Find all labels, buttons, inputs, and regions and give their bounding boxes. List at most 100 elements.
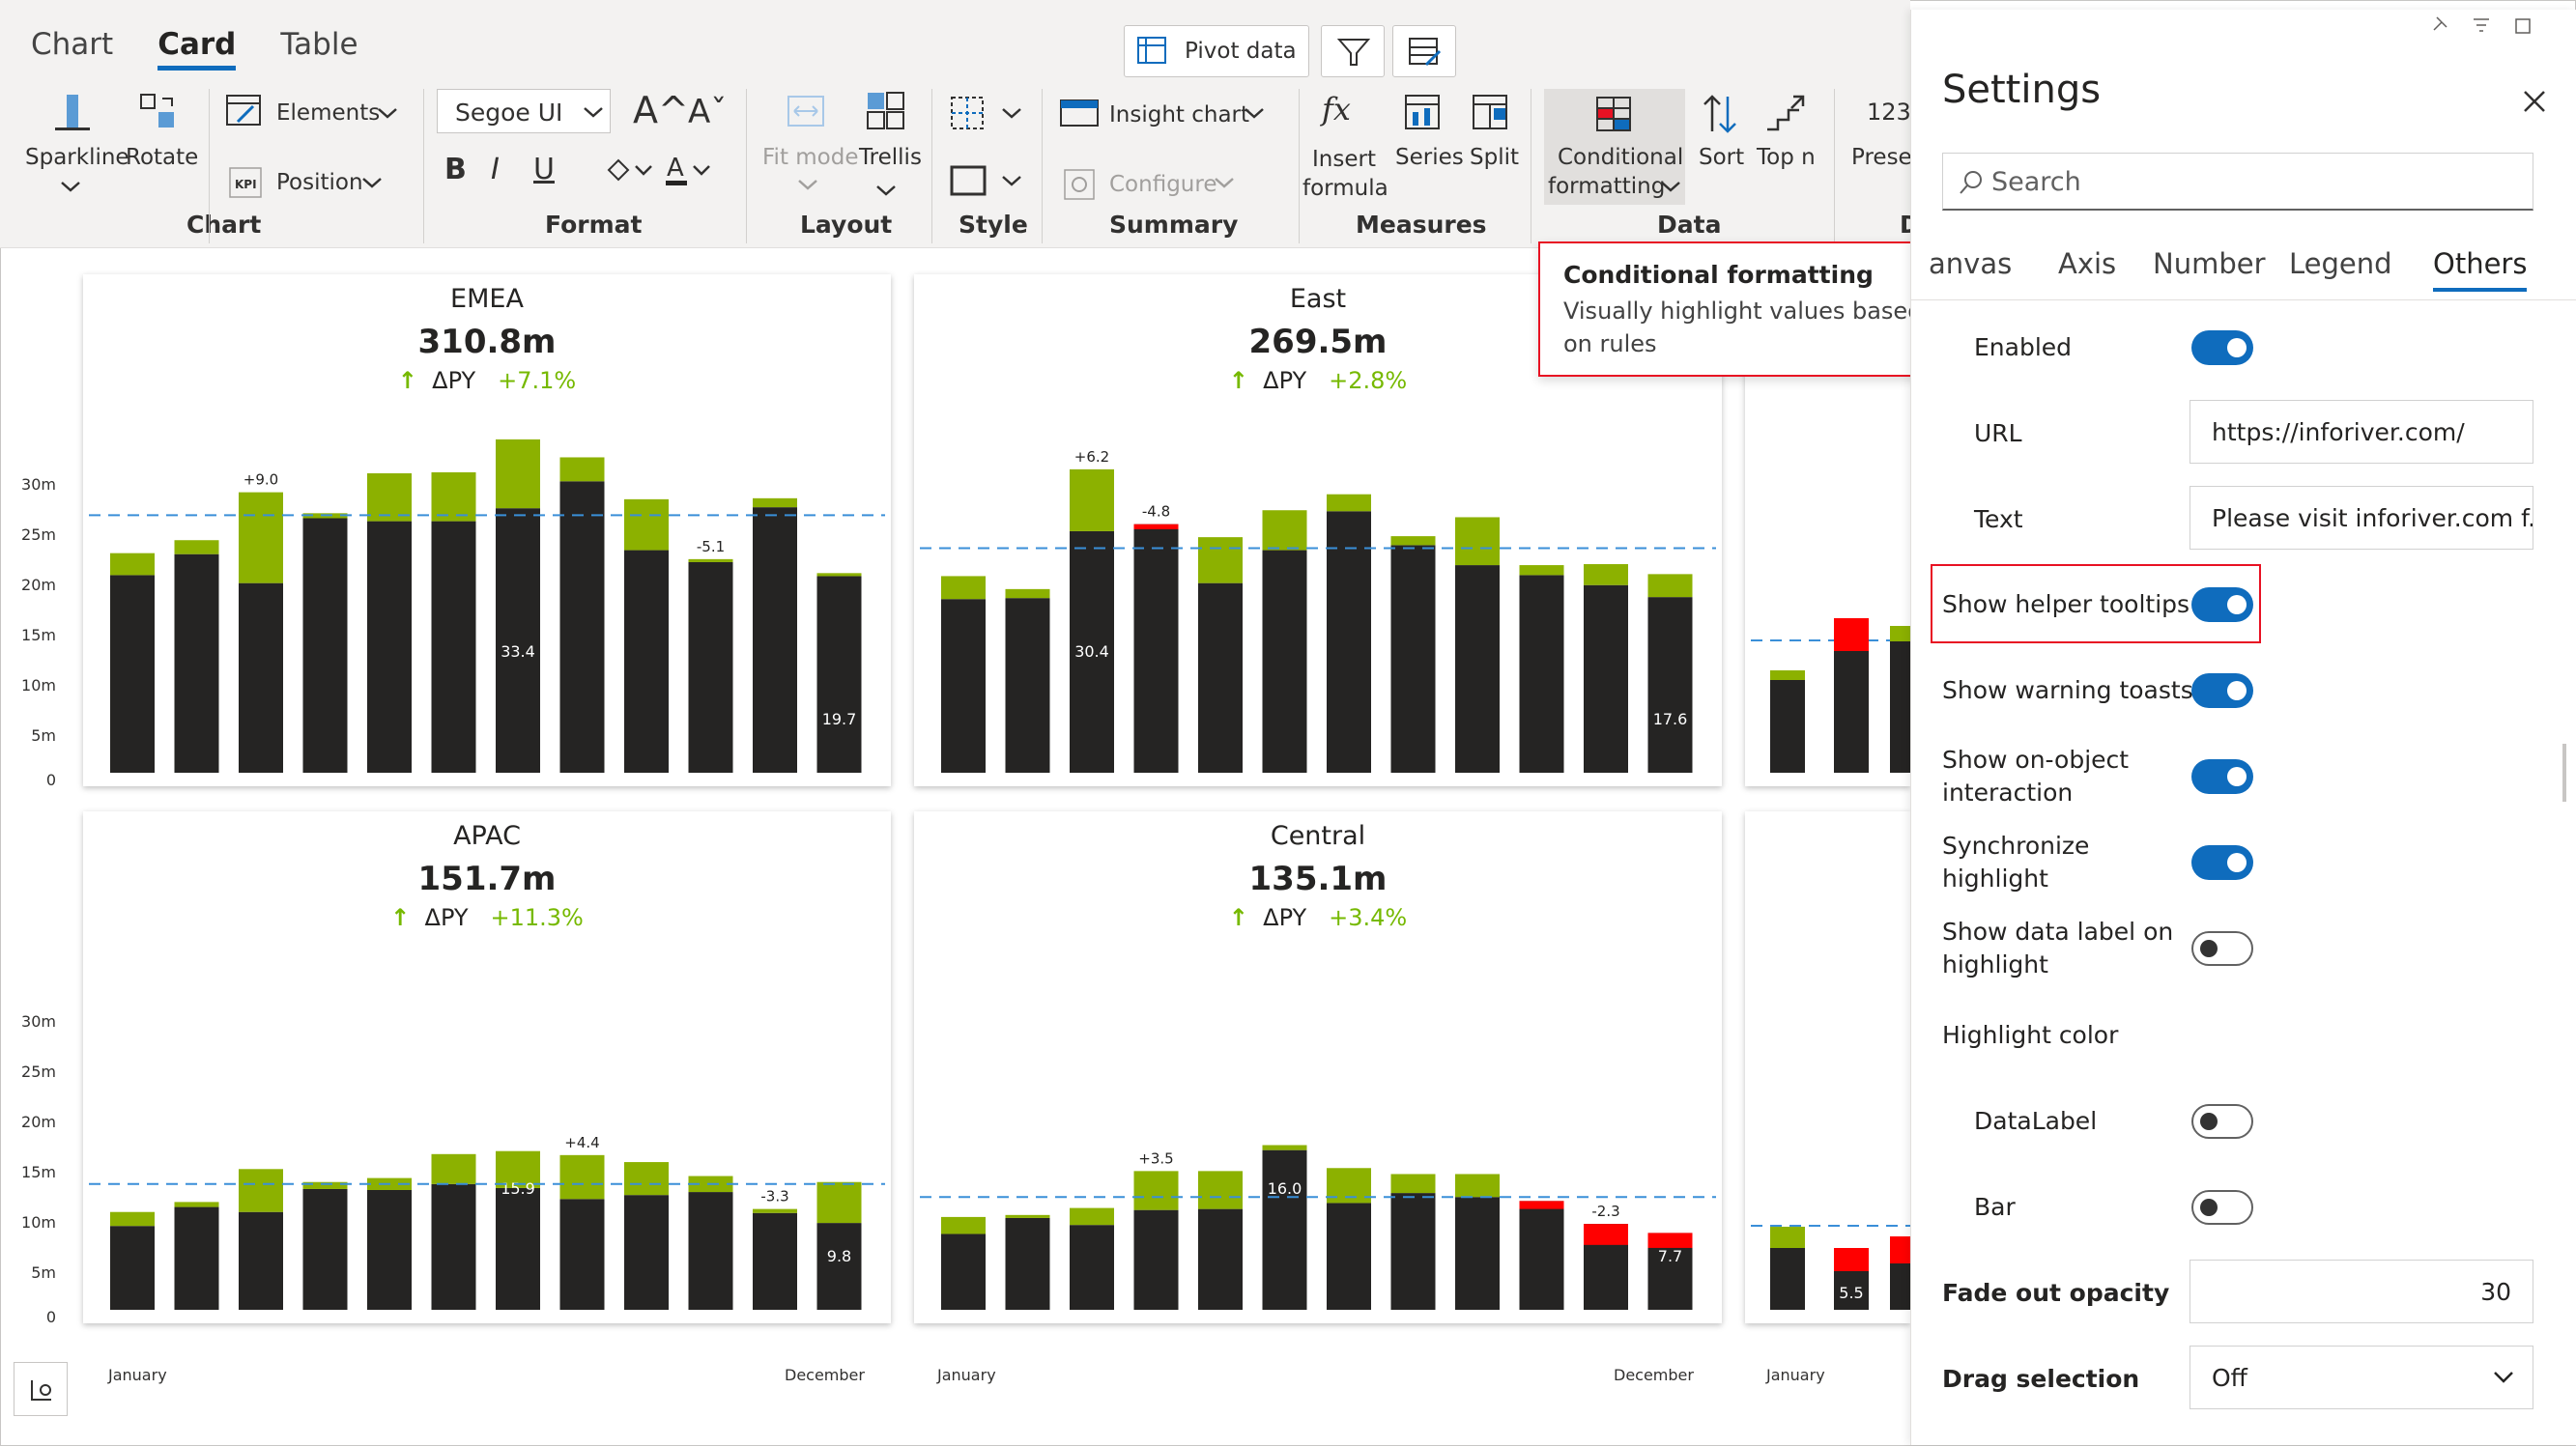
chart-group-label: Chart	[186, 211, 262, 239]
svg-text:KPI: KPI	[235, 178, 257, 191]
bar-variance	[496, 439, 540, 509]
trellis-button[interactable]: Trellis	[859, 145, 922, 170]
close-icon[interactable]	[2520, 87, 2549, 116]
url-input[interactable]: https://inforiver.com/	[2190, 400, 2533, 464]
tab-number[interactable]: Number	[2153, 247, 2266, 280]
position-button[interactable]: Position	[276, 170, 363, 195]
configure-button[interactable]: Configure	[1109, 172, 1216, 197]
increase-font-button[interactable]: A^	[633, 89, 689, 131]
card-delta: ↑ ΔPY +11.3%	[390, 904, 584, 931]
settings-title: Settings	[1942, 68, 2102, 112]
sync-label-2: highlight	[1942, 865, 2048, 893]
divider	[209, 89, 210, 243]
italic-button[interactable]: I	[491, 153, 500, 186]
conditional-formatting-button[interactable]: Conditional formatting	[1544, 89, 1685, 205]
datalabel-toggle[interactable]	[2191, 1104, 2253, 1139]
font-select-value: Segoe UI	[455, 99, 563, 127]
tab-chart[interactable]: Chart	[31, 27, 113, 71]
card-value: 151.7m	[417, 860, 557, 898]
text-input[interactable]: Please visit inforiver.com f...	[2190, 486, 2533, 550]
card-partial-bottom[interactable]: 5.5	[1745, 811, 1910, 1323]
tab-table[interactable]: Table	[280, 27, 358, 71]
bar-actual	[110, 575, 155, 773]
bar-actual	[1198, 1208, 1243, 1310]
bar-actual	[239, 1211, 283, 1310]
sync-highlight-toggle[interactable]	[2191, 845, 2253, 880]
presets-button[interactable]: Prese	[1851, 145, 1912, 170]
drag-selection-select[interactable]: Off	[2190, 1346, 2533, 1409]
insert-formula-button-line1[interactable]: Insert	[1312, 147, 1376, 172]
card-apac[interactable]: APAC 151.7m ↑ ΔPY +11.3% 15.9 +4.4 -3.3 9.8	[83, 811, 891, 1323]
tab-card[interactable]: Card	[157, 27, 237, 71]
bold-button[interactable]: B	[444, 153, 467, 186]
search-input[interactable]: Search	[1942, 153, 2533, 211]
helper-tooltips-label: Show helper tooltips	[1942, 590, 2190, 618]
axis-tick: 20m	[21, 1113, 56, 1131]
bar-variance	[1519, 1201, 1564, 1209]
top-n-icon	[1767, 95, 1805, 131]
split-button[interactable]: Split	[1470, 145, 1519, 170]
table-settings-button[interactable]	[1392, 25, 1456, 77]
sparkline-button[interactable]: Sparkline	[25, 145, 129, 170]
variance-data-label: -5.1	[697, 538, 725, 555]
divider	[1299, 89, 1300, 243]
card-central[interactable]: Central 135.1m ↑ ΔPY +3.4% +3.5 16.0 -2.3 7…	[914, 811, 1722, 1323]
tab-axis[interactable]: Axis	[2058, 247, 2116, 280]
bar-actual	[1327, 1203, 1371, 1310]
axis-tick: 25m	[21, 525, 56, 544]
bar-variance	[431, 1153, 476, 1184]
fit-mode-button[interactable]: Fit mode	[762, 145, 859, 170]
font-color-icon[interactable]: A	[663, 153, 713, 189]
sort-button[interactable]: Sort	[1699, 145, 1744, 170]
bar-variance	[753, 497, 797, 508]
insert-formula-button-line2[interactable]: formula	[1302, 176, 1388, 201]
variance-data-label: -2.3	[1591, 1203, 1619, 1220]
elements-button[interactable]: Elements	[276, 100, 380, 126]
chevron-down-icon	[798, 180, 817, 190]
bar-variance	[1198, 1171, 1243, 1209]
search-placeholder: Search	[1991, 167, 2081, 197]
datalabel-highlight-toggle[interactable]	[2191, 931, 2253, 966]
bar-variance	[1455, 1174, 1500, 1198]
bar-data-label: 7.7	[1658, 1247, 1682, 1265]
chevron-down-icon	[378, 108, 397, 119]
bar-variance	[1647, 574, 1693, 598]
bar-toggle[interactable]	[2191, 1190, 2253, 1225]
axis-tick: 20m	[21, 576, 56, 594]
filter-button[interactable]	[1321, 25, 1385, 77]
bar-variance	[1390, 536, 1436, 546]
bar-variance	[1198, 537, 1243, 583]
pivot-data-button[interactable]: Pivot data	[1124, 25, 1309, 77]
helper-tooltips-toggle[interactable]	[2191, 587, 2253, 622]
bar-data-label: 16.0	[1268, 1179, 1302, 1198]
tab-legend[interactable]: Legend	[2289, 247, 2392, 280]
top-n-button[interactable]: Top n	[1757, 145, 1816, 170]
bar-actual	[1519, 575, 1564, 773]
border-icon[interactable]	[949, 162, 987, 199]
enabled-toggle[interactable]	[2191, 330, 2253, 365]
tooltip-body: Visually highlight values based on rules	[1563, 298, 1923, 357]
onobject-toggle[interactable]	[2191, 759, 2253, 794]
decrease-font-button[interactable]: Aˇ	[688, 93, 727, 131]
tab-others[interactable]: Others	[2433, 247, 2528, 292]
chart-emea: +9.0 33.4 -5.1 19.7	[89, 439, 885, 773]
rotate-button[interactable]: Rotate	[126, 145, 198, 170]
visual-menu-button[interactable]	[14, 1362, 68, 1416]
card-emea[interactable]: EMEA 310.8m ↑ ΔPY +7.1% +9.0 33.4 -5.1 19.7	[83, 274, 891, 786]
warning-toasts-toggle[interactable]	[2191, 673, 2253, 708]
tab-canvas[interactable]: anvas	[1929, 247, 2012, 280]
pivot-data-label: Pivot data	[1185, 39, 1297, 64]
datalabel-highlight-label-2: highlight	[1942, 950, 2048, 978]
fade-opacity-input[interactable]: 30	[2190, 1260, 2533, 1323]
gridlines-icon[interactable]	[949, 95, 987, 131]
font-select[interactable]: Segoe UI	[437, 89, 611, 133]
series-button[interactable]: Series	[1395, 145, 1464, 170]
insight-chart-button[interactable]: Insight chart	[1109, 102, 1249, 128]
bar-actual	[941, 1233, 986, 1310]
ribbon: Chart Card Table Pivot data Sparkline Ro…	[0, 0, 1920, 248]
ribbon-tabs: Chart Card Table	[31, 27, 358, 71]
underline-button[interactable]: U	[533, 153, 555, 186]
bar-data-label: 30.4	[1074, 642, 1109, 661]
scrollbar-thumb[interactable]	[2562, 744, 2566, 802]
fill-color-icon[interactable]	[603, 155, 653, 187]
